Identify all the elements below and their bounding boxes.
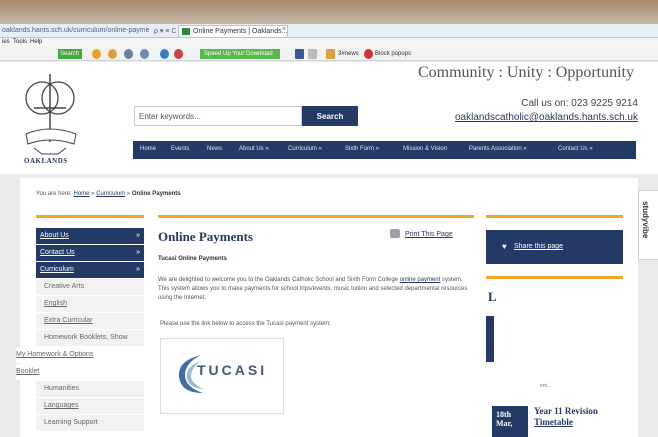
printer-icon[interactable] [390,229,400,238]
address-bar[interactable]: oaklands.hants.sch.uk/curriculum/online-… [0,24,658,38]
studyvibe-tab[interactable]: studyvibe [638,190,658,260]
tab-close-icon[interactable]: × [282,26,286,33]
search-input[interactable] [134,106,302,126]
sidebar-item-contact-us[interactable]: Contact Us [36,245,144,261]
toolbar-speed-button[interactable]: Speed Up Your Download [200,49,280,59]
orange-divider [158,215,474,218]
breadcrumb-current: Online Payments [131,191,181,197]
toolbar-news-label[interactable]: 3#news [338,49,359,59]
tab-title: Online Payments | Oaklands... [193,28,288,35]
event-date: 18th Mar, [492,406,528,437]
right-accent-bar [486,316,494,362]
share-box[interactable]: ♥ Share this page [486,230,623,264]
photo-background [0,0,658,24]
sidebar-item-curriculum[interactable]: Curriculum [36,262,144,278]
intro-paragraph: We are delighted to welcome you to the O… [158,276,474,303]
toolbar-facebook-icon[interactable] [295,49,304,59]
tucasi-link[interactable]: TUCASI [160,338,284,414]
breadcrumb: You are here: Home » Curriculum » Online… [36,191,181,197]
page-title: Online Payments [158,229,253,244]
nav-about-us[interactable]: About Us » [239,146,269,152]
tucasi-logo-text: TUCASI [197,362,268,378]
sidebar-item-creative-arts[interactable]: Creative Arts [36,279,144,295]
toolbar-search-button[interactable]: Search [58,49,82,59]
nav-events[interactable]: Events [171,146,189,152]
breadcrumb-curriculum[interactable]: Curriculum [96,191,125,197]
content-panel: You are here: Home » Curriculum » Online… [16,178,638,437]
breadcrumb-separator: » [91,191,95,197]
school-crest-logo[interactable] [20,70,82,162]
nav-curriculum[interactable]: Curriculum » [288,146,322,152]
sidebar-item-extra-curricular[interactable]: Extra Curricular [36,313,144,329]
menu-item-tools[interactable]: Tools [13,39,27,45]
email-link[interactable]: oaklandscatholic@oaklands.hants.sch.uk [455,112,638,123]
nav-parents-association[interactable]: Parents Association » [469,146,527,152]
event-title[interactable]: Year 11 Revision Timetable [534,406,598,428]
nav-mission-vision[interactable]: Mission & Vision [403,146,447,152]
event-month: Mar, [496,419,513,428]
sidebar-item-about-us[interactable]: About Us [36,228,144,244]
heart-icon: ♥ [502,242,507,251]
breadcrumb-prefix: You are here: [36,191,72,197]
instruction-text: Please use the link below to access the … [160,321,331,327]
toolbar-folder-icon[interactable] [108,49,117,59]
sidebar-item-my-homework[interactable]: My Homework & Options [16,347,144,363]
section-subheading: Tucasi Online Payments [158,256,227,262]
toolbar-chart-icon[interactable] [308,49,317,59]
nav-contact-us[interactable]: Contact Us » [558,146,593,152]
read-more-text[interactable]: ent... [540,383,551,389]
toolbar-news-icon[interactable] [326,49,335,59]
tab-online-payments[interactable]: Online Payments | Oaklands... [178,25,288,37]
toolbar-monitor-icon[interactable] [140,49,149,59]
sidebar-item-humanities[interactable]: Humanities [36,381,144,397]
nav-news[interactable]: News [207,146,222,152]
orange-divider [486,276,623,279]
orange-divider [36,215,144,218]
event-title-line2: Timetable [534,417,573,427]
intro-text-a: We are delighted to welcome you to the O… [158,277,400,283]
sidebar-item-homework-booklets[interactable]: Homework Booklets, Show [36,330,144,346]
share-page-link[interactable]: Share this page [514,243,563,250]
url-text[interactable]: oaklands.hants.sch.uk/curriculum/online-… [2,27,149,34]
print-page-link[interactable]: Print This Page [405,231,453,238]
sidebar-menu: About Us Contact Us Curriculum Creative … [16,228,144,432]
logo-text: OAKLANDS [24,157,68,165]
online-payment-link[interactable]: online payment [400,277,441,283]
phone-number: Call us on: 023 9225 9214 [521,98,638,109]
sidebar-item-languages[interactable]: Languages [36,398,144,414]
sidebar-item-learning-support[interactable]: Learning Support [36,415,144,431]
breadcrumb-home[interactable]: Home [73,191,89,197]
browser-toolbar: Search Speed Up Your Download 3#news Blo… [0,47,658,61]
school-motto: Community : Unity : Opportunity [417,64,634,81]
main-nav: Home Events News About Us » Curriculum »… [133,141,636,159]
sidebar-item-english[interactable]: English [36,296,144,312]
menu-item-ies[interactable]: ies [2,39,10,45]
site-header: OAKLANDS Community : Unity : Opportunity… [0,62,658,174]
toolbar-block-label[interactable]: Block popups [375,49,411,59]
toolbar-bars-icon[interactable] [174,49,183,59]
search-button[interactable]: Search [302,106,358,126]
sidebar-item-booklet[interactable]: Booklet [16,364,144,380]
nav-home[interactable]: Home [140,146,156,152]
toolbar-mail-icon[interactable] [124,49,133,59]
event-title-line1: Year 11 Revision [534,406,598,416]
toolbar-smiley-icon[interactable] [92,49,101,59]
menu-bar: ies Tools Help [0,38,658,47]
toolbar-block-icon[interactable] [364,49,373,59]
toolbar-globe-icon[interactable] [160,49,169,59]
studyvibe-label: studyvibe [641,201,650,239]
breadcrumb-separator: » [126,191,131,197]
menu-item-help[interactable]: Help [30,39,42,45]
orange-divider [486,215,623,218]
right-heading: L [488,289,497,304]
event-day: 18th [496,410,512,419]
nav-sixth-form[interactable]: Sixth Form » [345,146,379,152]
